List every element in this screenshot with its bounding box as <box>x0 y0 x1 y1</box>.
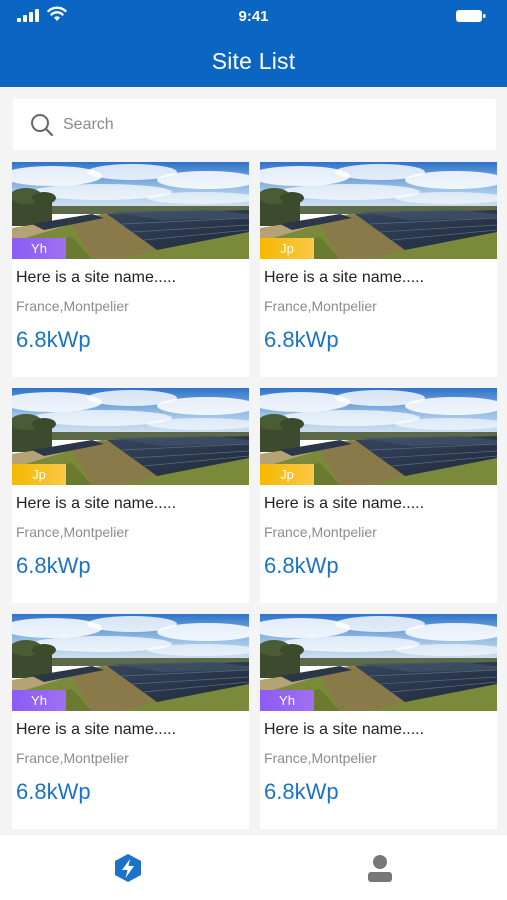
site-location: France,Montpelier <box>264 750 377 766</box>
site-name: Here is a site name..... <box>16 495 177 512</box>
site-card[interactable]: Yh Here is a site name..... France,Montp… <box>12 162 249 377</box>
site-photo: Jp <box>12 388 249 485</box>
page-title: Site List <box>211 48 296 74</box>
site-power: 6.8kWp <box>16 327 91 352</box>
battery-icon <box>456 10 486 22</box>
site-name: Here is a site name..... <box>264 495 425 512</box>
site-badge: Jp <box>12 464 66 485</box>
site-badge: Yh <box>260 690 314 711</box>
site-photo: Jp <box>260 162 497 259</box>
site-badge: Yh <box>12 238 66 259</box>
site-location: France,Montpelier <box>264 524 377 540</box>
site-card[interactable]: Jp Here is a site name..... France,Montp… <box>12 388 249 603</box>
site-power: 6.8kWp <box>264 327 339 352</box>
site-location: France,Montpelier <box>16 750 129 766</box>
site-card[interactable]: Jp Here is a site name..... France,Montp… <box>260 162 497 377</box>
site-photo: Jp <box>260 388 497 485</box>
site-power: 6.8kWp <box>264 553 339 578</box>
site-power: 6.8kWp <box>16 553 91 578</box>
site-name: Here is a site name..... <box>16 269 177 286</box>
status-time: 9:41 <box>238 8 269 25</box>
site-badge: Yh <box>12 690 66 711</box>
site-card[interactable]: Yh Here is a site name..... France,Montp… <box>12 614 249 829</box>
tab-bar <box>0 834 507 900</box>
site-card[interactable]: Jp Here is a site name..... France,Montp… <box>260 388 497 603</box>
site-name: Here is a site name..... <box>16 721 177 738</box>
search-bar[interactable] <box>13 99 496 150</box>
site-power: 6.8kWp <box>264 779 339 804</box>
site-name: Here is a site name..... <box>264 269 425 286</box>
site-power: 6.8kWp <box>16 779 91 804</box>
site-card[interactable]: Yh Here is a site name..... France,Montp… <box>260 614 497 829</box>
site-photo: Yh <box>12 614 249 711</box>
site-location: France,Montpelier <box>16 298 129 314</box>
app-header: 9:41 Site List <box>0 0 507 87</box>
site-location: France,Montpelier <box>16 524 129 540</box>
site-photo: Yh <box>260 614 497 711</box>
search-input[interactable] <box>63 99 483 150</box>
site-grid: Yh Here is a site name..... France,Montp… <box>12 162 498 829</box>
site-photo: Yh <box>12 162 249 259</box>
status-bar: 9:41 <box>0 0 507 34</box>
profile-icon[interactable] <box>364 853 396 883</box>
site-badge: Jp <box>260 464 314 485</box>
power-station-icon[interactable] <box>112 853 144 883</box>
site-name: Here is a site name..... <box>264 721 425 738</box>
site-location: France,Montpelier <box>264 298 377 314</box>
site-badge: Jp <box>260 238 314 259</box>
search-icon <box>31 114 54 137</box>
